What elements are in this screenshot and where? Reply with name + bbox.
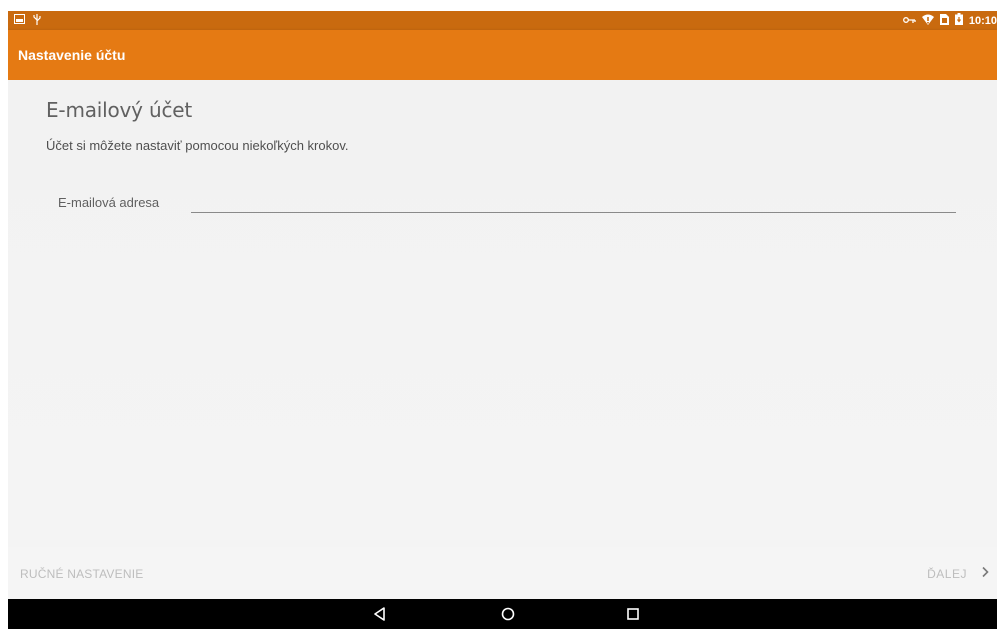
battery-icon <box>954 13 963 28</box>
status-time: 10:10 <box>968 14 997 27</box>
sim-icon <box>939 13 949 28</box>
status-bar: 10:10 <box>8 11 997 30</box>
app-bar: Nastavenie účtu <box>8 30 997 80</box>
status-right: 10:10 <box>902 13 997 28</box>
email-label: E-mailová adresa <box>58 195 160 210</box>
recents-icon[interactable] <box>624 605 642 623</box>
page-title: E-mailový účet <box>46 98 192 122</box>
next-button[interactable]: ĎALEJ <box>927 565 989 583</box>
page-subtitle: Účet si môžete nastaviť pomocou niekoľký… <box>46 138 349 153</box>
home-icon[interactable] <box>499 605 517 623</box>
main-content: E-mailový účet Účet si môžete nastaviť p… <box>8 80 997 547</box>
chevron-right-icon <box>981 565 989 583</box>
app-title: Nastavenie účtu <box>18 47 126 63</box>
usb-icon <box>33 13 41 28</box>
manual-setup-button[interactable]: RUČNÉ NASTAVENIE <box>20 567 143 581</box>
back-icon[interactable] <box>371 605 389 623</box>
footer-bar: RUČNÉ NASTAVENIE ĎALEJ <box>8 547 997 599</box>
status-left <box>8 13 41 28</box>
navigation-bar <box>8 599 997 629</box>
wifi-icon <box>921 14 934 28</box>
device-screen: 10:10 Nastavenie účtu E-mailový účet Úče… <box>8 11 997 629</box>
screenshot-icon <box>14 14 25 27</box>
vpn-key-icon <box>902 15 916 27</box>
next-label: ĎALEJ <box>927 567 967 581</box>
email-field[interactable] <box>191 192 956 213</box>
